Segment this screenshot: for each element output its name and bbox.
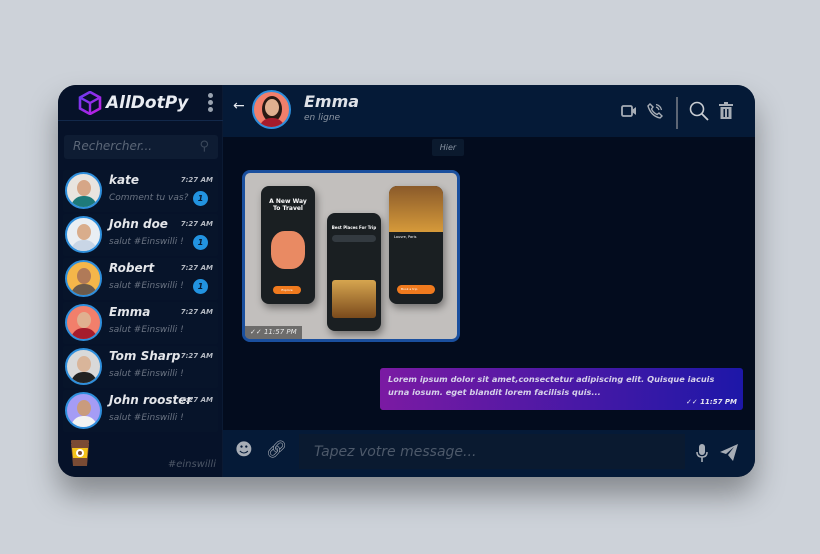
search-input[interactable]: Rechercher... ⚲	[64, 135, 218, 159]
avatar	[65, 172, 102, 209]
contact-avatar[interactable]	[252, 90, 291, 129]
contact-time: 7:27 AM	[180, 352, 213, 360]
phone-call-icon[interactable]	[647, 103, 663, 119]
message-time: ✓✓ 11:57 PM	[686, 398, 737, 406]
mockup-title: A New Way To Travel	[269, 198, 307, 212]
emoji-icon[interactable]: ☻	[235, 440, 253, 460]
divider	[58, 120, 223, 121]
microphone-icon[interactable]	[696, 444, 708, 462]
mockup-title: Best Places For Trip	[331, 225, 377, 230]
cube-logo-icon	[78, 91, 102, 115]
contact-last-message: salut #Einswilli !	[109, 237, 184, 247]
mockup-button: Explore	[273, 286, 301, 294]
back-arrow-icon[interactable]: ←	[233, 98, 245, 114]
unread-badge: 1	[193, 191, 208, 206]
mockup-screen-3: Louvre, Paris Book a trip	[389, 186, 443, 304]
double-check-icon: ✓✓	[686, 398, 701, 406]
mockup-screen-1: A New Way To Travel Explore	[261, 186, 315, 304]
contact-name: Emma	[304, 92, 360, 111]
send-icon[interactable]	[720, 444, 738, 461]
avatar	[65, 304, 102, 341]
double-check-icon: ✓✓	[250, 328, 264, 336]
contact-item[interactable]: John doe 7:27 AM salut #Einswilli ! 1	[63, 214, 218, 256]
contact-item[interactable]: John rooster 7:27 AM salut #Einswilli !	[63, 390, 218, 432]
time-label: 11:57 PM	[263, 328, 297, 336]
contact-last-message: salut #Einswilli !	[109, 281, 184, 291]
date-divider: Hier	[432, 139, 464, 156]
chat-app-window: AllDotPy Rechercher... ⚲ kate 7:27 AM Com…	[58, 85, 755, 477]
contact-item[interactable]: Robert 7:27 AM salut #Einswilli ! 1	[63, 258, 218, 300]
message-input[interactable]	[299, 434, 685, 469]
app-logo: AllDotPy	[78, 91, 188, 115]
mockup-title: Louvre, Paris	[394, 235, 417, 239]
contact-name: Robert	[109, 261, 155, 275]
contact-name: Emma	[109, 305, 151, 319]
video-call-icon[interactable]	[621, 105, 637, 117]
message-text: Lorem ipsum dolor sit amet,consectetur a…	[388, 374, 715, 397]
contact-last-message: salut #Einswilli !	[109, 413, 184, 423]
header-divider	[676, 97, 678, 129]
attachment-link-icon[interactable]: 🔗︎	[266, 440, 288, 460]
contact-last-message: salut #Einswilli !	[109, 325, 184, 335]
more-menu-icon[interactable]	[208, 93, 214, 114]
hashtag-label: #einswilli	[167, 459, 216, 470]
contact-time: 7:27 AM	[180, 396, 213, 404]
contact-name: Tom Sharp	[109, 349, 181, 363]
avatar	[65, 392, 102, 429]
contact-time: 7:27 AM	[180, 264, 213, 272]
coffee-cup-icon[interactable]	[69, 440, 91, 466]
search-placeholder: Rechercher...	[73, 139, 153, 153]
trash-icon[interactable]	[719, 102, 733, 119]
contact-status: en ligne	[304, 113, 341, 123]
contact-last-message: Comment tu vas?	[109, 193, 189, 203]
message-composer: ☻ 🔗︎	[223, 430, 755, 477]
time-label: 11:57 PM	[700, 398, 737, 406]
contact-time: 7:27 AM	[180, 308, 213, 316]
avatar	[65, 216, 102, 253]
search-icon[interactable]: ⚲	[199, 139, 209, 154]
unread-badge: 1	[193, 235, 208, 250]
contact-item[interactable]: Tom Sharp 7:27 AM salut #Einswilli !	[63, 346, 218, 388]
contact-last-message: salut #Einswilli !	[109, 369, 184, 379]
outgoing-text-message[interactable]: Lorem ipsum dolor sit amet,consectetur a…	[380, 368, 743, 410]
chat-header: ← Emma en ligne	[223, 85, 755, 137]
avatar	[65, 348, 102, 385]
image-message[interactable]: A New Way To Travel Explore Best Places …	[242, 170, 460, 342]
app-name: AllDotPy	[106, 93, 189, 113]
search-icon[interactable]	[689, 101, 709, 121]
unread-badge: 1	[193, 279, 208, 294]
image-message-time: ✓✓ 11:57 PM	[245, 326, 302, 339]
contact-name: John doe	[109, 217, 168, 231]
mockup-screen-2: Best Places For Trip	[327, 213, 381, 331]
mockup-button: Book a trip	[397, 285, 435, 294]
contact-time: 7:27 AM	[180, 220, 213, 228]
avatar	[65, 260, 102, 297]
contact-item[interactable]: kate 7:27 AM Comment tu vas? 1	[63, 170, 218, 212]
contact-time: 7:27 AM	[180, 176, 213, 184]
sidebar: AllDotPy Rechercher... ⚲ kate 7:27 AM Com…	[58, 85, 223, 477]
contact-name: kate	[109, 173, 139, 187]
contact-item[interactable]: Emma 7:27 AM salut #Einswilli !	[63, 302, 218, 344]
